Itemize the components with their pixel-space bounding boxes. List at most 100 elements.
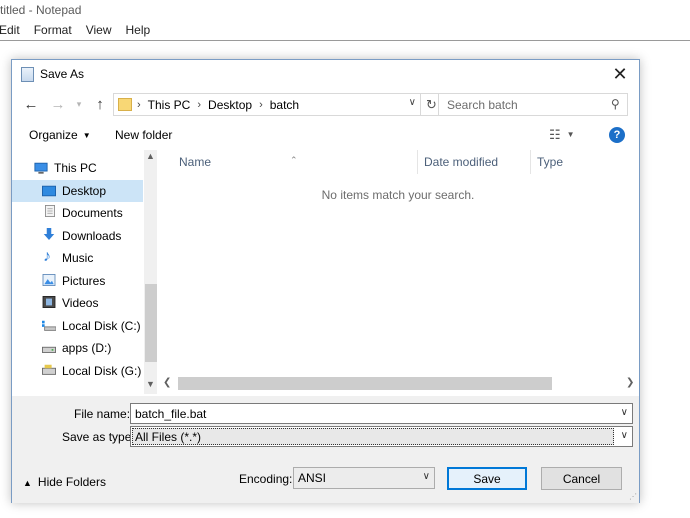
nav-item-videos[interactable]: Videos <box>12 292 143 314</box>
new-folder-button[interactable]: New folder <box>115 128 172 142</box>
encoding-select[interactable]: ANSI ∨ <box>293 467 435 489</box>
nav-item-label: Desktop <box>62 184 107 198</box>
drive-icon <box>42 346 56 353</box>
search-box[interactable]: Search batch ⚲ <box>438 93 628 116</box>
desktop-icon <box>42 185 56 197</box>
breadcrumb-this-pc[interactable]: This PC <box>148 98 191 112</box>
search-input[interactable]: Search batch <box>447 98 518 112</box>
column-header-label: Name <box>179 155 212 169</box>
view-options-button[interactable]: ☷ ▼ <box>549 127 575 143</box>
menu-help[interactable]: Help <box>126 23 159 37</box>
menu-view[interactable]: View <box>86 23 120 37</box>
nav-item-pictures[interactable]: Pictures <box>12 270 143 292</box>
save-as-type-select[interactable]: All Files (*.*) ∨ <box>130 426 633 447</box>
column-header-label: Type <box>537 155 564 169</box>
chevron-up-icon: ▲ <box>23 478 32 488</box>
pc-icon <box>34 162 48 174</box>
organize-button[interactable]: Organize ▼ <box>29 128 91 142</box>
address-dropdown-chevron-icon[interactable]: ∨ <box>409 97 416 108</box>
back-arrow-icon[interactable]: ← <box>21 94 41 114</box>
forward-arrow-icon[interactable]: → <box>48 94 68 114</box>
menu-format[interactable]: Format <box>34 23 80 37</box>
address-bar[interactable]: › This PC › Desktop › batch ∨ ↻ <box>113 93 443 116</box>
nav-item-music[interactable]: ♪ Music <box>12 247 143 269</box>
music-icon: ♪ <box>43 248 51 265</box>
scroll-down-icon[interactable]: ▼ <box>146 379 155 389</box>
nav-item-label: Local Disk (C:) <box>62 319 141 333</box>
scrollbar-thumb[interactable] <box>178 377 552 390</box>
save-as-type-focus <box>132 428 614 445</box>
save-button[interactable]: Save <box>447 467 527 490</box>
notepad-divider <box>0 40 690 41</box>
breadcrumb-desktop[interactable]: Desktop <box>208 98 252 112</box>
nav-item-downloads[interactable]: Downloads <box>12 225 143 247</box>
nav-item-label: Local Disk (G:) <box>62 364 142 378</box>
nav-item-label: Music <box>62 251 94 265</box>
file-list: ⌃ Name Date modified Type No items match… <box>160 150 639 394</box>
disk-icon <box>42 320 56 331</box>
nav-item-label: This PC <box>54 161 97 175</box>
sort-caret-icon: ⌃ <box>290 155 298 165</box>
notepad-title: titled - Notepad <box>0 3 82 17</box>
hide-folders-label: Hide Folders <box>37 475 106 489</box>
breadcrumb: › This PC › Desktop › batch <box>137 98 299 112</box>
details-view-icon: ☷ <box>549 127 561 142</box>
navigation-pane: This PC Desktop Documents Downloads ♪ Mu… <box>12 150 157 394</box>
nav-item-local-disk-g[interactable]: Local Disk (G:) <box>12 360 143 382</box>
chevron-down-icon[interactable]: ∨ <box>621 430 628 441</box>
nav-item-this-pc[interactable]: This PC <box>12 157 143 179</box>
dialog-titlebar: Save As ✕ <box>12 60 639 89</box>
notepad-menu-bar: Edit Format View Help <box>0 23 164 37</box>
dialog-title: Save As <box>40 67 85 81</box>
hide-folders-button[interactable]: ▲ Hide Folders <box>23 475 106 489</box>
chevron-down-icon[interactable]: ∨ <box>621 407 628 418</box>
file-name-field[interactable]: batch_file.bat ∨ <box>130 403 633 424</box>
help-icon[interactable]: ? <box>609 127 625 143</box>
caret-down-icon: ▼ <box>566 130 575 139</box>
breadcrumb-chevron-icon[interactable]: › <box>259 99 263 111</box>
file-name-value[interactable]: batch_file.bat <box>135 407 206 421</box>
nav-item-desktop[interactable]: Desktop <box>12 180 143 202</box>
scroll-up-icon[interactable]: ▲ <box>146 151 155 161</box>
nav-item-label: Videos <box>62 296 99 310</box>
scrollbar-thumb[interactable] <box>145 284 157 362</box>
breadcrumb-batch[interactable]: batch <box>270 98 299 112</box>
navigation-pane-scrollbar[interactable]: ▲ ▼ <box>144 150 157 394</box>
save-as-type-value: All Files (*.*) <box>135 430 202 444</box>
save-as-type-label: Save as type: <box>62 430 135 444</box>
videos-icon <box>42 296 56 308</box>
menu-edit[interactable]: Edit <box>0 23 28 37</box>
documents-icon <box>45 205 55 217</box>
downloads-icon <box>43 228 55 240</box>
nav-item-local-disk-c[interactable]: Local Disk (C:) <box>12 315 143 337</box>
dialog-body: This PC Desktop Documents Downloads ♪ Mu… <box>12 150 639 394</box>
encoding-label: Encoding: <box>239 472 293 486</box>
chevron-down-icon[interactable]: ∨ <box>423 471 430 482</box>
column-header-name[interactable]: ⌃ Name <box>160 150 420 174</box>
pictures-icon <box>42 274 56 286</box>
column-header-date-modified[interactable]: Date modified <box>418 150 531 174</box>
drive-icon <box>42 364 56 375</box>
nav-item-label: apps (D:) <box>62 341 112 355</box>
breadcrumb-chevron-icon[interactable]: › <box>137 99 141 111</box>
file-list-horizontal-scrollbar[interactable]: ❮ ❯ <box>160 376 639 392</box>
close-icon[interactable]: ✕ <box>607 63 633 85</box>
scroll-left-icon[interactable]: ❮ <box>163 377 171 388</box>
column-header-type[interactable]: Type <box>531 150 631 174</box>
navigation-bar: ← → ▾ ↑ › This PC › Desktop › batch ∨ ↻ … <box>12 91 639 117</box>
up-arrow-icon[interactable]: ↑ <box>90 94 110 114</box>
save-as-dialog: Save As ✕ ← → ▾ ↑ › This PC › Desktop › … <box>11 59 640 503</box>
column-header-label: Date modified <box>424 155 499 169</box>
cancel-button[interactable]: Cancel <box>541 467 622 490</box>
search-icon[interactable]: ⚲ <box>611 97 620 111</box>
nav-item-documents[interactable]: Documents <box>12 202 143 224</box>
scroll-right-icon[interactable]: ❯ <box>626 377 634 388</box>
nav-item-apps-d[interactable]: apps (D:) <box>12 337 143 359</box>
file-name-label: File name: <box>74 407 131 421</box>
empty-message: No items match your search. <box>321 188 475 202</box>
nav-item-label: Downloads <box>62 229 122 243</box>
breadcrumb-chevron-icon[interactable]: › <box>197 99 201 111</box>
recent-locations-chevron-icon[interactable]: ▾ <box>69 94 89 114</box>
resize-grip-icon[interactable]: ⋰ <box>629 492 637 501</box>
toolbar: Organize ▼ New folder ☷ ▼ ? <box>12 122 639 148</box>
